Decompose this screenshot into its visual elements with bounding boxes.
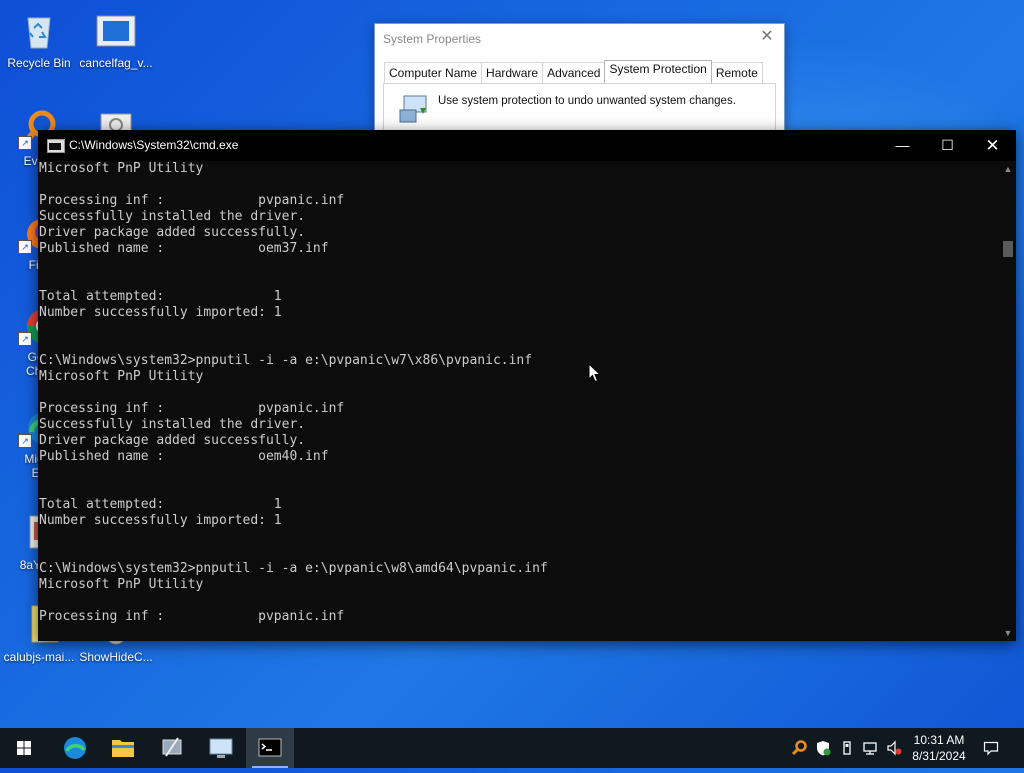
file-explorer-icon [112, 740, 134, 757]
remote-desktop-icon [209, 738, 233, 758]
console-line: Driver package added successfully. [39, 433, 306, 448]
console-line: Number successfully imported: 1 [39, 513, 282, 528]
taskbar-clock[interactable]: 10:31 AM 8/31/2024 [902, 732, 976, 764]
console-line: Microsoft PnP Utility [39, 161, 204, 176]
system-protection-icon [396, 92, 430, 124]
mouse-cursor-icon [588, 362, 602, 383]
console-line: Processing inf : pvpanic.inf [39, 401, 345, 416]
cmd-app-icon [47, 139, 65, 153]
desktop-icon-label: cancelfag_v... [79, 56, 153, 70]
taskbar-file-explorer-button[interactable] [99, 728, 147, 768]
security-shield-icon[interactable] [815, 740, 831, 756]
console-line: C:\Windows\system32>pnputil -i -a e:\pvp… [39, 353, 533, 368]
dialog-description: Use system protection to undo unwanted s… [438, 95, 736, 107]
console-line: Processing inf : pvpanic.inf [39, 609, 345, 624]
system-properties-dialog: System Properties ✕ Computer Name Hardwa… [374, 23, 785, 145]
console-line: Driver package added successfully. [39, 225, 306, 240]
desktop-icon-cancelfag[interactable]: cancelfag_v... [78, 10, 154, 70]
cmd-window[interactable]: C:\Windows\System32\cmd.exe — ☐ ✕ Micros… [38, 130, 1016, 641]
taskbar: 10:31 AM 8/31/2024 [0, 728, 1024, 768]
usb-drive-icon[interactable] [839, 740, 855, 756]
console-line: Published name : oem37.inf [39, 241, 329, 256]
scroll-up-icon[interactable]: ▲ [1000, 161, 1016, 177]
tab-system-protection[interactable]: System Protection [604, 60, 712, 83]
recycle-bin-icon [18, 10, 60, 52]
console-line: Total attempted: 1 [39, 497, 282, 512]
taskbar-network-tool-button[interactable] [148, 728, 196, 768]
edge-icon [64, 737, 86, 759]
shortcut-arrow-icon: ↗ [18, 240, 32, 254]
desktop-icon-label: calubjs-mai... [3, 650, 75, 664]
start-button[interactable] [0, 728, 48, 768]
console-line: C:\Windows\system32>pnputil -i -a e:\pvp… [39, 561, 548, 576]
desktop-icon-label: ShowHideC... [79, 650, 153, 664]
console-line: Microsoft PnP Utility [39, 369, 204, 384]
tab-advanced[interactable]: Advanced [542, 62, 606, 83]
close-button[interactable]: ✕ [970, 130, 1015, 161]
network-icon[interactable] [862, 740, 878, 756]
search-tool-icon[interactable] [791, 740, 807, 756]
minimize-button[interactable]: — [880, 130, 925, 161]
scroll-thumb[interactable] [1003, 241, 1013, 257]
clock-time: 10:31 AM [913, 733, 965, 747]
dialog-tabs: Computer Name Hardware Advanced System P… [384, 60, 763, 83]
desktop-icon-label: Recycle Bin [7, 56, 71, 70]
console-output[interactable]: Microsoft PnP Utility Processing inf : pv… [38, 161, 1001, 641]
taskbar-cmd-button[interactable] [246, 728, 294, 768]
shortcut-arrow-icon: ↗ [18, 136, 32, 150]
dialog-title: System Properties [383, 32, 482, 46]
console-line: Total attempted: 1 [39, 289, 282, 304]
title-bar[interactable]: C:\Windows\System32\cmd.exe — ☐ ✕ [38, 130, 1016, 161]
console-line: Number successfully imported: 1 [39, 305, 282, 320]
notifications-icon[interactable] [983, 740, 999, 756]
clock-date: 8/31/2024 [912, 749, 966, 763]
close-icon[interactable]: ✕ [758, 28, 776, 46]
desktop-icon-recycle-bin[interactable]: Recycle Bin [1, 10, 77, 70]
shortcut-arrow-icon: ↗ [18, 434, 32, 448]
console-line: Successfully installed the driver. [39, 417, 306, 432]
console-line: Processing inf : pvpanic.inf [39, 193, 345, 208]
windows-logo-icon [17, 741, 31, 755]
tab-computer-name[interactable]: Computer Name [384, 62, 483, 83]
window-title: C:\Windows\System32\cmd.exe [69, 138, 239, 152]
vertical-scrollbar[interactable]: ▲ ▼ [1000, 161, 1016, 641]
shortcut-arrow-icon: ↗ [18, 332, 32, 346]
volume-muted-icon[interactable] [886, 740, 902, 756]
maximize-button[interactable]: ☐ [925, 130, 970, 161]
network-tool-icon [162, 737, 182, 757]
taskbar-remote-desktop-button[interactable] [197, 728, 245, 768]
console-line: Successfully installed the driver. [39, 209, 306, 224]
cmd-icon [258, 738, 282, 757]
tab-remote[interactable]: Remote [710, 62, 763, 83]
taskbar-edge-button[interactable] [51, 728, 99, 768]
window-app-icon [95, 10, 137, 52]
console-line: Published name : oem40.inf [39, 449, 329, 464]
scroll-down-icon[interactable]: ▼ [1000, 625, 1016, 641]
tab-hardware[interactable]: Hardware [481, 62, 544, 83]
console-line: Microsoft PnP Utility [39, 577, 204, 592]
